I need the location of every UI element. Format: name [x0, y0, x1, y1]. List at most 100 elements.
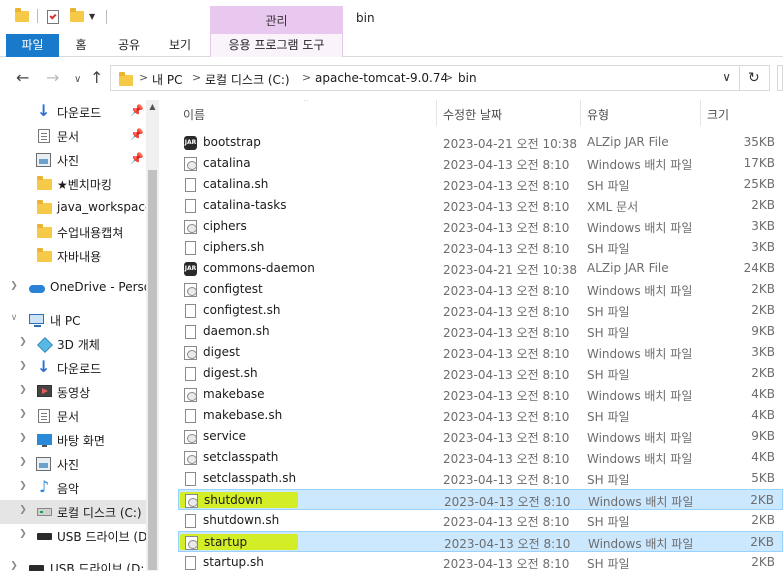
chevron-right-icon[interactable]: ❯ — [18, 529, 28, 539]
table-row[interactable]: makebase 2023-04-13 오전 8:10 Windows 배치 파일 4… — [178, 384, 783, 405]
table-row[interactable]: service 2023-04-13 오전 8:10 Windows 배치 파일 9K… — [178, 426, 783, 447]
tab-home[interactable]: 홈 — [64, 34, 98, 57]
sidebar-item-documents[interactable]: 문서 📌 — [0, 124, 146, 148]
column-divider[interactable] — [436, 100, 437, 126]
sidebar-scrollbar[interactable]: ▲ — [146, 100, 159, 571]
chevron-right-icon[interactable]: ❯ — [18, 457, 28, 467]
table-row[interactable]: configtest 2023-04-13 오전 8:10 Windows 배치 파… — [178, 279, 783, 300]
file-name: catalina-tasks — [203, 198, 287, 212]
column-date-modified[interactable]: 수정한 날짜 — [443, 106, 502, 123]
properties-icon[interactable] — [47, 10, 59, 24]
chevron-down-icon[interactable]: ∨ — [9, 313, 19, 323]
file-icon — [185, 199, 196, 213]
up-arrow-icon[interactable]: ↑ — [90, 69, 103, 87]
file-icon — [185, 325, 196, 339]
recent-locations-chevron-icon[interactable]: ∨ — [74, 71, 81, 89]
chevron-right-icon[interactable]: ❯ — [18, 481, 28, 491]
batch-icon — [184, 430, 197, 444]
table-row[interactable]: digest.sh 2023-04-13 오전 8:10 SH 파일 2KB — [178, 363, 783, 384]
window-title: bin — [356, 11, 375, 25]
sidebar-item-java-workspace[interactable]: java_workspace — [0, 196, 152, 220]
table-row[interactable]: ciphers.sh 2023-04-13 오전 8:10 SH 파일 3KB — [178, 237, 783, 258]
sidebar-item-music[interactable]: ❯ 음악 — [0, 476, 146, 500]
table-row[interactable]: shutdown.sh 2023-04-13 오전 8:10 SH 파일 2KB — [178, 510, 783, 531]
tab-share[interactable]: 공유 — [110, 34, 148, 57]
refresh-icon: ↻ — [748, 70, 760, 86]
chevron-right-icon[interactable]: ❯ — [18, 433, 28, 443]
breadcrumb-my-pc[interactable]: 내 PC — [152, 71, 182, 88]
table-row[interactable]: startup.sh 2023-04-13 오전 8:10 SH 파일 2KB — [178, 552, 783, 571]
table-row[interactable]: catalina.sh 2023-04-13 오전 8:10 SH 파일 25KB — [178, 174, 783, 195]
file-type: Windows 배치 파일 — [588, 537, 694, 551]
table-row[interactable]: daemon.sh 2023-04-13 오전 8:10 SH 파일 9KB — [178, 321, 783, 342]
file-date-modified: 2023-04-13 오전 8:10 — [443, 347, 570, 361]
table-row[interactable]: bootstrap 2023-04-21 오전 10:38 ALZip JAR Fi… — [178, 132, 783, 153]
chevron-down-icon[interactable]: ∨ — [722, 70, 731, 84]
table-row[interactable]: setclasspath 2023-04-13 오전 8:10 Windows 배치… — [178, 447, 783, 468]
column-type[interactable]: 유형 — [587, 106, 609, 123]
file-icon — [185, 178, 196, 192]
sidebar-item-my-pc[interactable]: ∨ 내 PC — [0, 308, 146, 332]
breadcrumb-bin[interactable]: bin — [458, 71, 477, 85]
chevron-right-icon[interactable]: ❯ — [9, 281, 19, 291]
sidebar-item-usb-drive-root[interactable]: ❯ USB 드라이브 (D: — [0, 556, 146, 571]
tab-view[interactable]: 보기 — [160, 34, 200, 57]
column-divider[interactable] — [700, 100, 701, 126]
sidebar-item-label: 문서 — [57, 410, 80, 424]
file-type: Windows 배치 파일 — [587, 158, 693, 172]
breadcrumb-local-disk[interactable]: 로컬 디스크 (C:) — [205, 71, 290, 88]
scroll-up-arrow-icon[interactable]: ▲ — [146, 102, 159, 111]
breadcrumb-apache-tomcat[interactable]: apache-tomcat-9.0.74 — [315, 71, 448, 85]
pin-icon[interactable]: 📌 — [130, 128, 144, 141]
pin-icon[interactable]: 📌 — [130, 152, 144, 165]
tab-file[interactable]: 파일 — [6, 34, 59, 57]
forward-arrow-icon[interactable]: → — [46, 69, 59, 87]
table-row[interactable]: digest 2023-04-13 오전 8:10 Windows 배치 파일 3KB — [178, 342, 783, 363]
table-row[interactable]: ciphers 2023-04-13 오전 8:10 Windows 배치 파일 3K… — [178, 216, 783, 237]
sidebar-item-java-notes[interactable]: 자바내용 — [0, 244, 146, 268]
chevron-right-icon[interactable]: ❯ — [18, 385, 28, 395]
sidebar-item-onedrive[interactable]: ❯ OneDrive - Perso — [0, 276, 151, 300]
chevron-right-icon[interactable]: ❯ — [18, 409, 28, 419]
address-bar[interactable]: > 내 PC > 로컬 디스크 (C:) > apache-tomcat-9.0… — [110, 65, 740, 91]
column-size[interactable]: 크기 — [707, 106, 729, 123]
sidebar-item-videos[interactable]: ❯ 동영상 — [0, 380, 146, 404]
sidebar-item-class-captures[interactable]: 수업내용캡쳐 — [0, 220, 146, 244]
chevron-right-icon[interactable]: ❯ — [9, 561, 19, 571]
table-row[interactable]: setclasspath.sh 2023-04-13 오전 8:10 SH 파일 5K… — [178, 468, 783, 489]
column-name[interactable]: 이름 — [183, 106, 205, 123]
sidebar-item-pc-downloads[interactable]: ❯ 다운로드 — [0, 356, 146, 380]
chevron-right-icon[interactable]: ❯ — [18, 361, 28, 371]
back-arrow-icon[interactable]: ← — [16, 69, 29, 87]
table-row[interactable]: configtest.sh 2023-04-13 오전 8:10 SH 파일 2KB — [178, 300, 783, 321]
sidebar-item-desktop[interactable]: ❯ 바탕 화면 — [0, 428, 146, 452]
table-row[interactable]: catalina 2023-04-13 오전 8:10 Windows 배치 파일 1… — [178, 153, 783, 174]
document-icon — [38, 129, 50, 143]
sidebar-item-downloads[interactable]: 다운로드 📌 — [0, 100, 146, 124]
sidebar-item-pictures[interactable]: 사진 📌 — [0, 148, 146, 172]
scrollbar-thumb[interactable] — [148, 170, 157, 570]
table-row[interactable]: shutdown 2023-04-13 오전 8:10 Windows 배치 파일 2… — [178, 489, 783, 510]
sidebar-item-local-disk[interactable]: ❯ 로컬 디스크 (C:) — [0, 500, 146, 524]
search-box[interactable] — [777, 65, 783, 91]
refresh-button[interactable]: ↻ — [740, 65, 770, 91]
batch-icon — [184, 388, 197, 402]
table-row[interactable]: startup 2023-04-13 오전 8:10 Windows 배치 파일 2K… — [178, 531, 783, 552]
sidebar-item-3d-objects[interactable]: ❯ 3D 개체 — [0, 332, 146, 356]
sidebar-item-benchmarking[interactable]: ★벤치마킹 — [0, 172, 146, 196]
table-row[interactable]: makebase.sh 2023-04-13 오전 8:10 SH 파일 4KB — [178, 405, 783, 426]
column-divider[interactable] — [580, 100, 581, 126]
chevron-right-icon[interactable]: ❯ — [18, 337, 28, 347]
sidebar-item-pc-pictures[interactable]: ❯ 사진 — [0, 452, 146, 476]
customize-toolbar-icon[interactable]: ▼ — [89, 12, 95, 21]
chevron-right-icon[interactable]: ❯ — [18, 505, 28, 515]
file-type: Windows 배치 파일 — [587, 347, 693, 361]
table-row[interactable]: catalina-tasks 2023-04-13 오전 8:10 XML 문서 2K… — [178, 195, 783, 216]
file-name: makebase.sh — [203, 408, 283, 422]
sidebar-item-pc-documents[interactable]: ❯ 문서 — [0, 404, 146, 428]
sidebar-item-label: 사진 — [57, 154, 80, 168]
tab-application-tools[interactable]: 응용 프로그램 도구 — [210, 34, 343, 57]
pin-icon[interactable]: 📌 — [130, 104, 144, 117]
table-row[interactable]: commons-daemon 2023-04-21 오전 10:38 ALZip J… — [178, 258, 783, 279]
sidebar-item-usb-drive[interactable]: ❯ USB 드라이브 (D — [0, 524, 147, 548]
